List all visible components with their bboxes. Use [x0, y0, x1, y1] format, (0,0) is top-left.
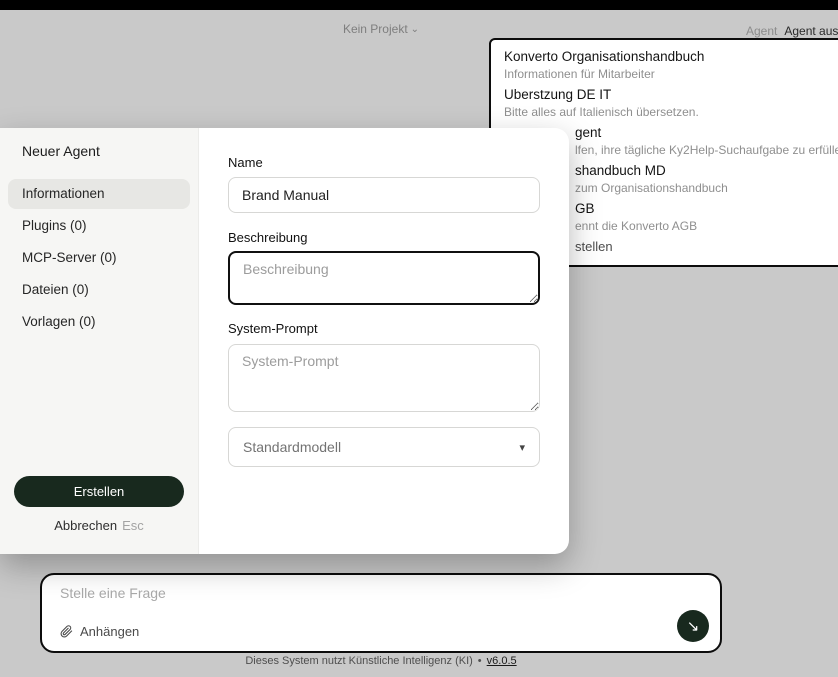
- model-select-value: Standardmodell: [243, 439, 341, 455]
- model-select[interactable]: Standardmodell ▾: [228, 427, 540, 467]
- cancel-button[interactable]: Abbrechen Esc: [0, 518, 198, 533]
- app-screen: Kein Projekt⌄ Agent Agent auswählen Konve…: [0, 0, 838, 677]
- description-label: Beschreibung: [228, 230, 540, 245]
- agent-selector-group: Agent Agent auswählen: [746, 24, 838, 38]
- agent-item-title: Uberstzung DE IT: [504, 87, 838, 103]
- system-prompt-field[interactable]: [228, 344, 540, 412]
- sidebar-item-informationen[interactable]: Informationen: [8, 179, 190, 209]
- attach-label: Anhängen: [80, 624, 139, 639]
- modal-title: Neuer Agent: [0, 128, 198, 159]
- send-button[interactable]: ↘: [677, 610, 709, 642]
- create-button[interactable]: Erstellen: [14, 476, 184, 507]
- chevron-down-icon: ▾: [519, 441, 525, 454]
- project-selector-label: Kein Projekt: [343, 22, 408, 36]
- agent-dropdown-item[interactable]: Uberstzung DE IT Bitte alles auf Italien…: [491, 87, 838, 119]
- agent-item-subtitle: Informationen für Mitarbeiter: [504, 67, 838, 81]
- chat-input-container: Anhängen ↘: [40, 573, 722, 653]
- top-border: [0, 0, 838, 10]
- version-link[interactable]: v6.0.5: [487, 655, 517, 667]
- modal-nav: Informationen Plugins (0) MCP-Server (0)…: [0, 179, 198, 337]
- agent-item-subtitle: ennt die Konverto AGB: [575, 219, 838, 233]
- attach-button[interactable]: Anhängen: [60, 624, 139, 639]
- agent-item-title: gent: [575, 125, 838, 141]
- name-field[interactable]: [228, 177, 540, 213]
- new-agent-modal: Neuer Agent Informationen Plugins (0) MC…: [0, 128, 569, 554]
- agent-item-subtitle: lfen, ihre tägliche Ky2Help-Suchaufgabe …: [575, 143, 838, 157]
- esc-shortcut-hint: Esc: [122, 518, 144, 533]
- system-prompt-label: System-Prompt: [228, 321, 540, 336]
- name-label: Name: [228, 155, 540, 170]
- modal-sidebar: Neuer Agent Informationen Plugins (0) MC…: [0, 128, 199, 554]
- agent-item-subtitle: Bitte alles auf Italienisch übersetzen.: [504, 105, 838, 119]
- description-field[interactable]: [228, 251, 540, 305]
- project-selector[interactable]: Kein Projekt⌄: [40, 22, 722, 36]
- paperclip-icon: [60, 625, 73, 638]
- agent-item-title: shandbuch MD: [575, 163, 838, 179]
- chevron-down-icon: ⌄: [411, 24, 419, 35]
- cancel-label: Abbrechen: [54, 518, 117, 533]
- modal-content: Name Beschreibung System-Prompt Standard…: [199, 128, 569, 554]
- agent-item-title: Konverto Organisationshandbuch: [504, 49, 838, 65]
- footer-separator: •: [478, 655, 482, 667]
- agent-dropdown-item[interactable]: Konverto Organisationshandbuch Informati…: [491, 49, 838, 81]
- agent-label: Agent: [746, 24, 777, 38]
- footer-disclaimer: Dieses System nutzt Künstliche Intellige…: [245, 655, 472, 667]
- agent-selector[interactable]: Agent auswählen: [784, 24, 838, 38]
- agent-item-title: GB: [575, 201, 838, 217]
- chat-input[interactable]: [60, 585, 650, 601]
- sidebar-item-plugins[interactable]: Plugins (0): [8, 211, 190, 241]
- sidebar-item-dateien[interactable]: Dateien (0): [8, 275, 190, 305]
- sidebar-item-mcp-server[interactable]: MCP-Server (0): [8, 243, 190, 273]
- footer: Dieses System nutzt Künstliche Intellige…: [40, 655, 722, 667]
- send-arrow-icon: ↘: [687, 617, 700, 635]
- agent-item-subtitle: zum Organisationshandbuch: [575, 181, 838, 195]
- sidebar-item-vorlagen[interactable]: Vorlagen (0): [8, 307, 190, 337]
